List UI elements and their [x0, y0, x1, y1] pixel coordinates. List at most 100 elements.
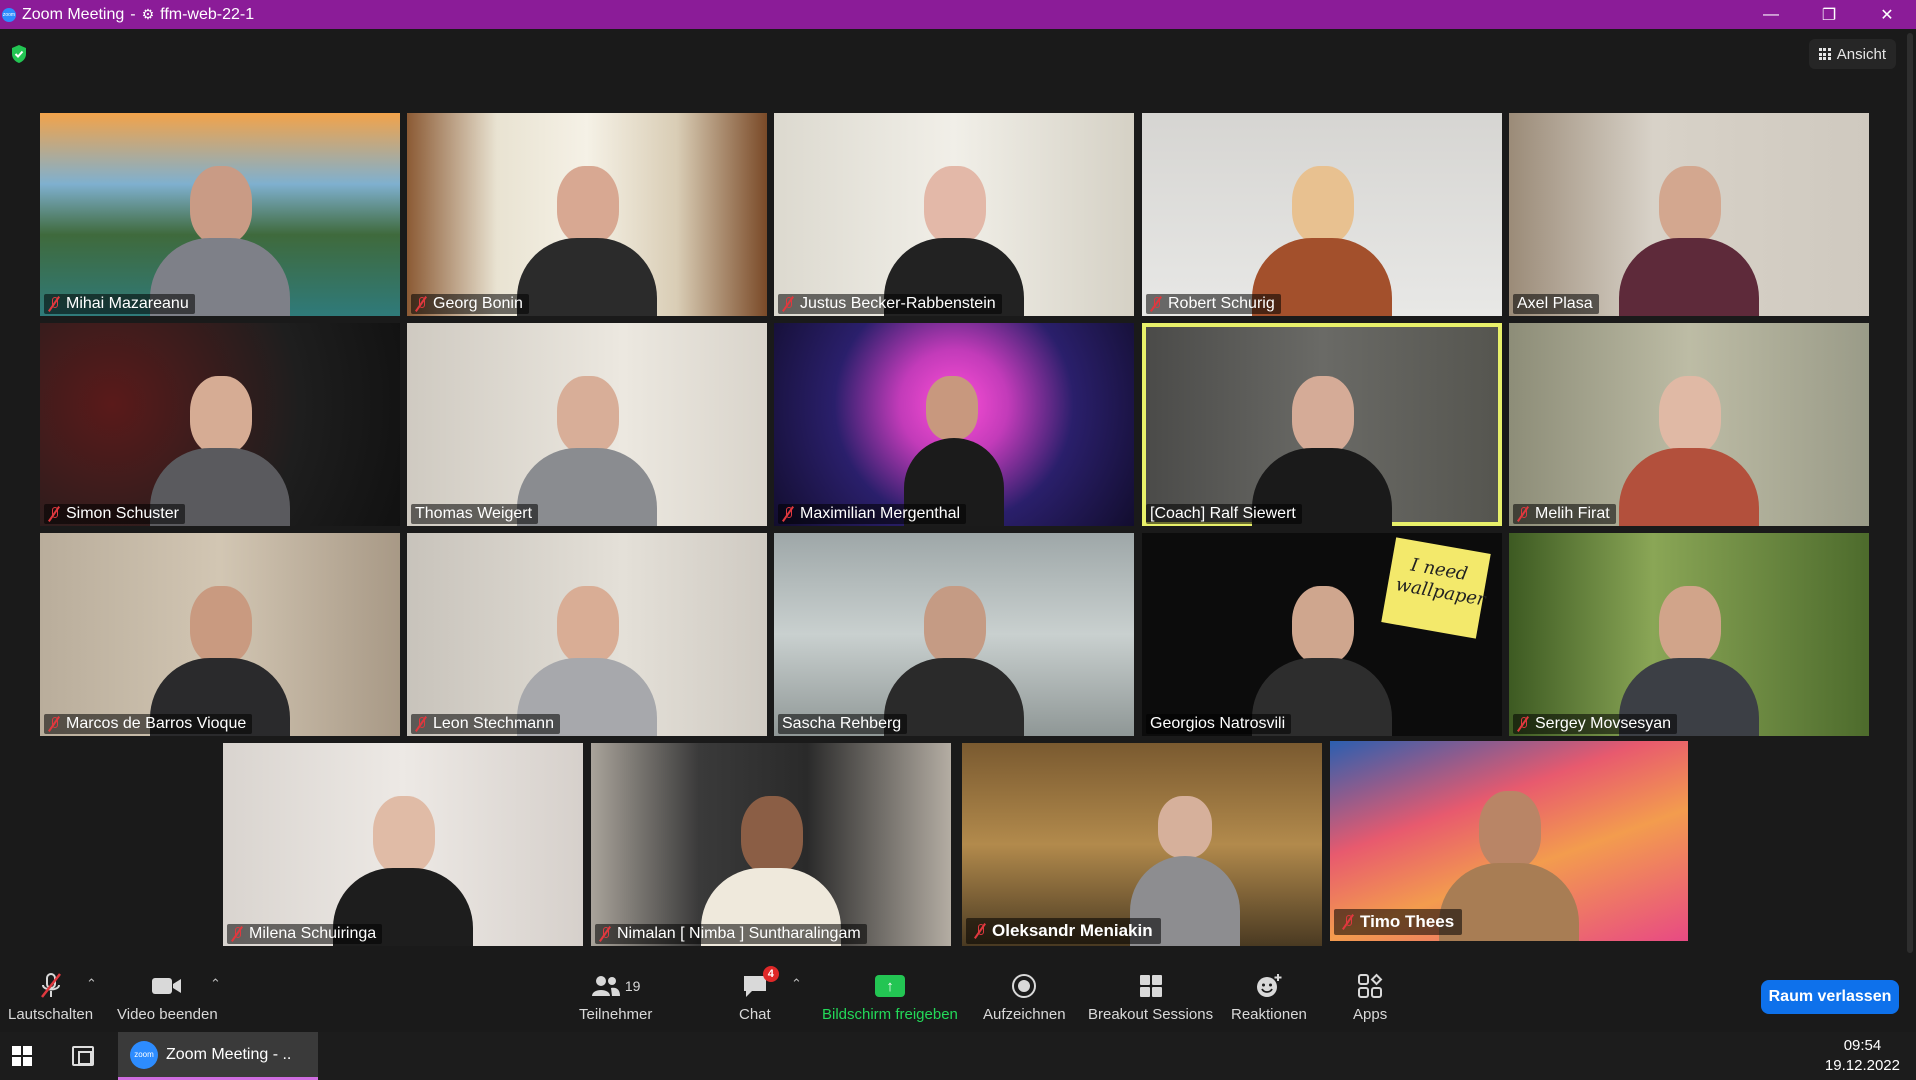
task-view-icon[interactable] [72, 1046, 94, 1066]
share-screen-button[interactable]: ↑ Bildschirm freigeben [822, 970, 958, 1023]
muted-mic-icon [48, 296, 60, 312]
grid-view-icon [1818, 48, 1831, 60]
participant-name-tag: Justus Becker-Rabbenstein [778, 294, 1002, 314]
video-tile[interactable]: Sergey Movsesyan [1509, 533, 1869, 736]
scrollbar[interactable] [1906, 29, 1914, 964]
video-tile[interactable]: Timo Thees [1330, 741, 1688, 941]
video-tile-active-speaker[interactable]: [Coach] Ralf Siewert [1142, 323, 1502, 526]
muted-mic-icon [231, 926, 243, 942]
muted-mic-icon [1517, 716, 1529, 732]
meeting-toolbar: Lautschalten ⌃ Video beenden ⌃ 19 Teilne… [0, 964, 1916, 1032]
participant-name-tag: Mihai Mazareanu [44, 294, 195, 314]
record-button[interactable]: Aufzeichnen [983, 970, 1066, 1023]
muted-mic-icon [415, 296, 427, 312]
leave-meeting-button[interactable]: Raum verlassen [1761, 980, 1899, 1014]
video-tile[interactable]: Oleksandr Meniakin [962, 743, 1322, 946]
chat-unread-badge: 4 [762, 966, 779, 982]
muted-mic-icon [1517, 506, 1529, 522]
muted-mic-icon [415, 716, 427, 732]
sticky-note: I need wallpaper [1381, 537, 1491, 639]
participant-name-tag: Milena Schuiringa [227, 924, 383, 944]
participant-name-tag: Robert Schurig [1146, 294, 1281, 314]
apps-button[interactable]: Apps [1353, 970, 1387, 1023]
taskbar-zoom-app[interactable]: zoom Zoom Meeting - .. [118, 1032, 318, 1080]
video-tile[interactable]: Robert Schurig [1142, 113, 1502, 316]
participant-name-tag: Georgios Natrosvili [1146, 714, 1292, 734]
video-tile[interactable]: I need wallpaper Georgios Natrosvili [1142, 533, 1502, 736]
participant-name-tag: Simon Schuster [44, 504, 185, 524]
meeting-lock-icon: ⚙ [141, 6, 155, 22]
participant-name-tag: Sergey Movsesyan [1513, 714, 1678, 734]
muted-mic-icon [974, 923, 986, 939]
muted-mic-icon [782, 296, 794, 312]
participant-name-tag: Marcos de Barros Vioque [44, 714, 253, 734]
apps-icon [1358, 973, 1383, 998]
view-button-label: Ansicht [1836, 45, 1886, 63]
view-button[interactable]: Ansicht [1808, 39, 1896, 69]
participant-name-tag: Leon Stechmann [411, 714, 560, 734]
video-tile[interactable]: Nimalan [ Nimba ] Suntharalingam [591, 743, 951, 946]
close-icon[interactable]: ✕ [1858, 0, 1916, 29]
video-tile[interactable]: Melih Firat [1509, 323, 1869, 526]
restore-icon[interactable]: ❐ [1800, 0, 1858, 29]
video-tile[interactable]: Thomas Weigert [407, 323, 767, 526]
video-tile[interactable]: Leon Stechmann [407, 533, 767, 736]
system-clock[interactable]: 09:54 19.12.2022 [1825, 1036, 1900, 1076]
video-camera-icon [152, 978, 182, 994]
participants-button[interactable]: 19 Teilnehmer [579, 970, 652, 1023]
muted-mic-icon [599, 926, 611, 942]
reactions-button[interactable]: Reaktionen [1231, 970, 1307, 1023]
video-tile[interactable]: Georg Bonin [407, 113, 767, 316]
participant-name-tag: Georg Bonin [411, 294, 529, 314]
clock-time: 09:54 [1843, 1037, 1882, 1054]
participants-count: 19 [624, 978, 641, 994]
mute-button[interactable]: Lautschalten [8, 970, 93, 1023]
chat-options-chevron-icon[interactable]: ⌃ [791, 976, 802, 992]
video-tile[interactable]: Axel Plasa [1509, 113, 1869, 316]
video-options-chevron-icon[interactable]: ⌃ [210, 976, 221, 992]
stop-video-button[interactable]: Video beenden [117, 970, 218, 1023]
security-shield-icon[interactable] [10, 44, 28, 64]
participant-name-tag: Oleksandr Meniakin [966, 918, 1161, 944]
chat-button[interactable]: 4 Chat [739, 966, 779, 1023]
muted-mic-icon [48, 506, 60, 522]
meeting-name: ffm-web-22-1 [160, 5, 255, 23]
window-title: Zoom Meeting [22, 5, 125, 23]
share-screen-icon: ↑ [874, 975, 905, 997]
video-tile[interactable]: Simon Schuster [40, 323, 400, 526]
participant-name-tag: Axel Plasa [1513, 294, 1599, 314]
muted-mic-icon [1342, 914, 1354, 930]
muted-mic-icon [1150, 296, 1162, 312]
participants-icon [591, 976, 620, 996]
title-bar: zoom Zoom Meeting - ⚙ ffm-web-22-1 — ❐ ✕ [0, 0, 1916, 29]
video-tile[interactable]: Sascha Rehberg [774, 533, 1134, 736]
zoom-logo-icon: zoom [2, 7, 16, 22]
participant-name-tag: [Coach] Ralf Siewert [1146, 504, 1302, 524]
reactions-smiley-icon [1256, 974, 1282, 997]
taskbar-app-label: Zoom Meeting - .. [166, 1045, 292, 1063]
clock-date: 19.12.2022 [1824, 1057, 1900, 1074]
participant-name-tag: Nimalan [ Nimba ] Suntharalingam [595, 924, 867, 944]
participant-name-tag: Maximilian Mergenthal [778, 504, 967, 524]
windows-taskbar: zoom Zoom Meeting - .. 09:54 19.12.2022 [0, 1032, 1916, 1080]
minimize-icon[interactable]: — [1742, 0, 1800, 29]
video-tile[interactable]: Marcos de Barros Vioque [40, 533, 400, 736]
participant-name-tag: Thomas Weigert [411, 504, 539, 524]
video-tile[interactable]: Milena Schuiringa [223, 743, 583, 946]
breakout-sessions-button[interactable]: Breakout Sessions [1088, 970, 1213, 1023]
participant-name-tag: Melih Firat [1513, 504, 1616, 524]
participant-name-tag: Sascha Rehberg [778, 714, 908, 734]
title-separator: - [130, 5, 136, 23]
meeting-area: Ansicht Mihai Mazareanu Georg Bonin Just… [0, 29, 1916, 964]
breakout-rooms-icon [1139, 975, 1162, 997]
muted-mic-icon [48, 716, 60, 732]
muted-mic-icon [40, 973, 61, 998]
muted-mic-icon [782, 506, 794, 522]
video-tile[interactable]: Justus Becker-Rabbenstein [774, 113, 1134, 316]
video-tile[interactable]: Maximilian Mergenthal [774, 323, 1134, 526]
record-icon [1012, 974, 1037, 998]
video-tile[interactable]: Mihai Mazareanu [40, 113, 400, 316]
windows-start-icon[interactable] [12, 1046, 32, 1066]
participant-name-tag: Timo Thees [1334, 909, 1463, 935]
audio-options-chevron-icon[interactable]: ⌃ [86, 976, 97, 992]
